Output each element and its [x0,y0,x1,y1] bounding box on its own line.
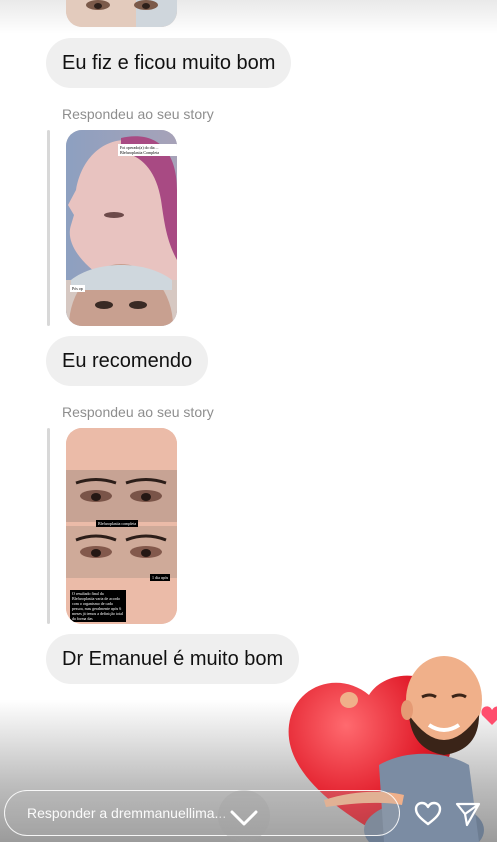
heart-icon [414,801,442,826]
story-label-bottom: Pós op [70,285,85,292]
story-thumbnail-1[interactable]: Foi operado(a) do dia ... Blefaroplastia… [66,130,177,326]
send-icon [455,802,481,827]
story-reply-caption: Respondeu ao seu story [62,404,214,420]
message-bubble: Eu recomendo [46,336,209,386]
like-button[interactable] [414,800,442,828]
profile-face-image [66,130,177,326]
message-text: Eu fiz e ficou muito bom [62,52,276,74]
story-label-right: 1 dia após [150,574,171,581]
chevron-down-icon [230,810,258,826]
story-label-mid: Blefaroplastia completa [96,520,139,527]
message-bubble: Dr Emanuel é muito bom [46,634,300,684]
story-reply-caption: Respondeu ao seu story [62,106,214,122]
reply-bar [4,790,400,836]
face-image [66,0,177,27]
story-label-bottom: O resultado final da Blefaroplastia vari… [70,590,126,622]
message-text: Eu recomendo [62,350,193,372]
story-thumbnail-2[interactable]: Blefaroplastia completa 1 dia após O res… [66,428,177,624]
reply-input[interactable] [27,791,227,835]
story-thumbnail-top[interactable] [66,0,177,27]
chevron-down-button[interactable] [218,790,270,842]
quote-bar [47,428,50,624]
quote-bar [47,130,50,326]
send-button[interactable] [454,800,482,828]
message-text: Dr Emanuel é muito bom [62,648,284,670]
message-bubble: Eu fiz e ficou muito bom [46,38,292,88]
story-label-top: Foi operado(a) do dia ... Blefaroplastia… [118,144,177,156]
